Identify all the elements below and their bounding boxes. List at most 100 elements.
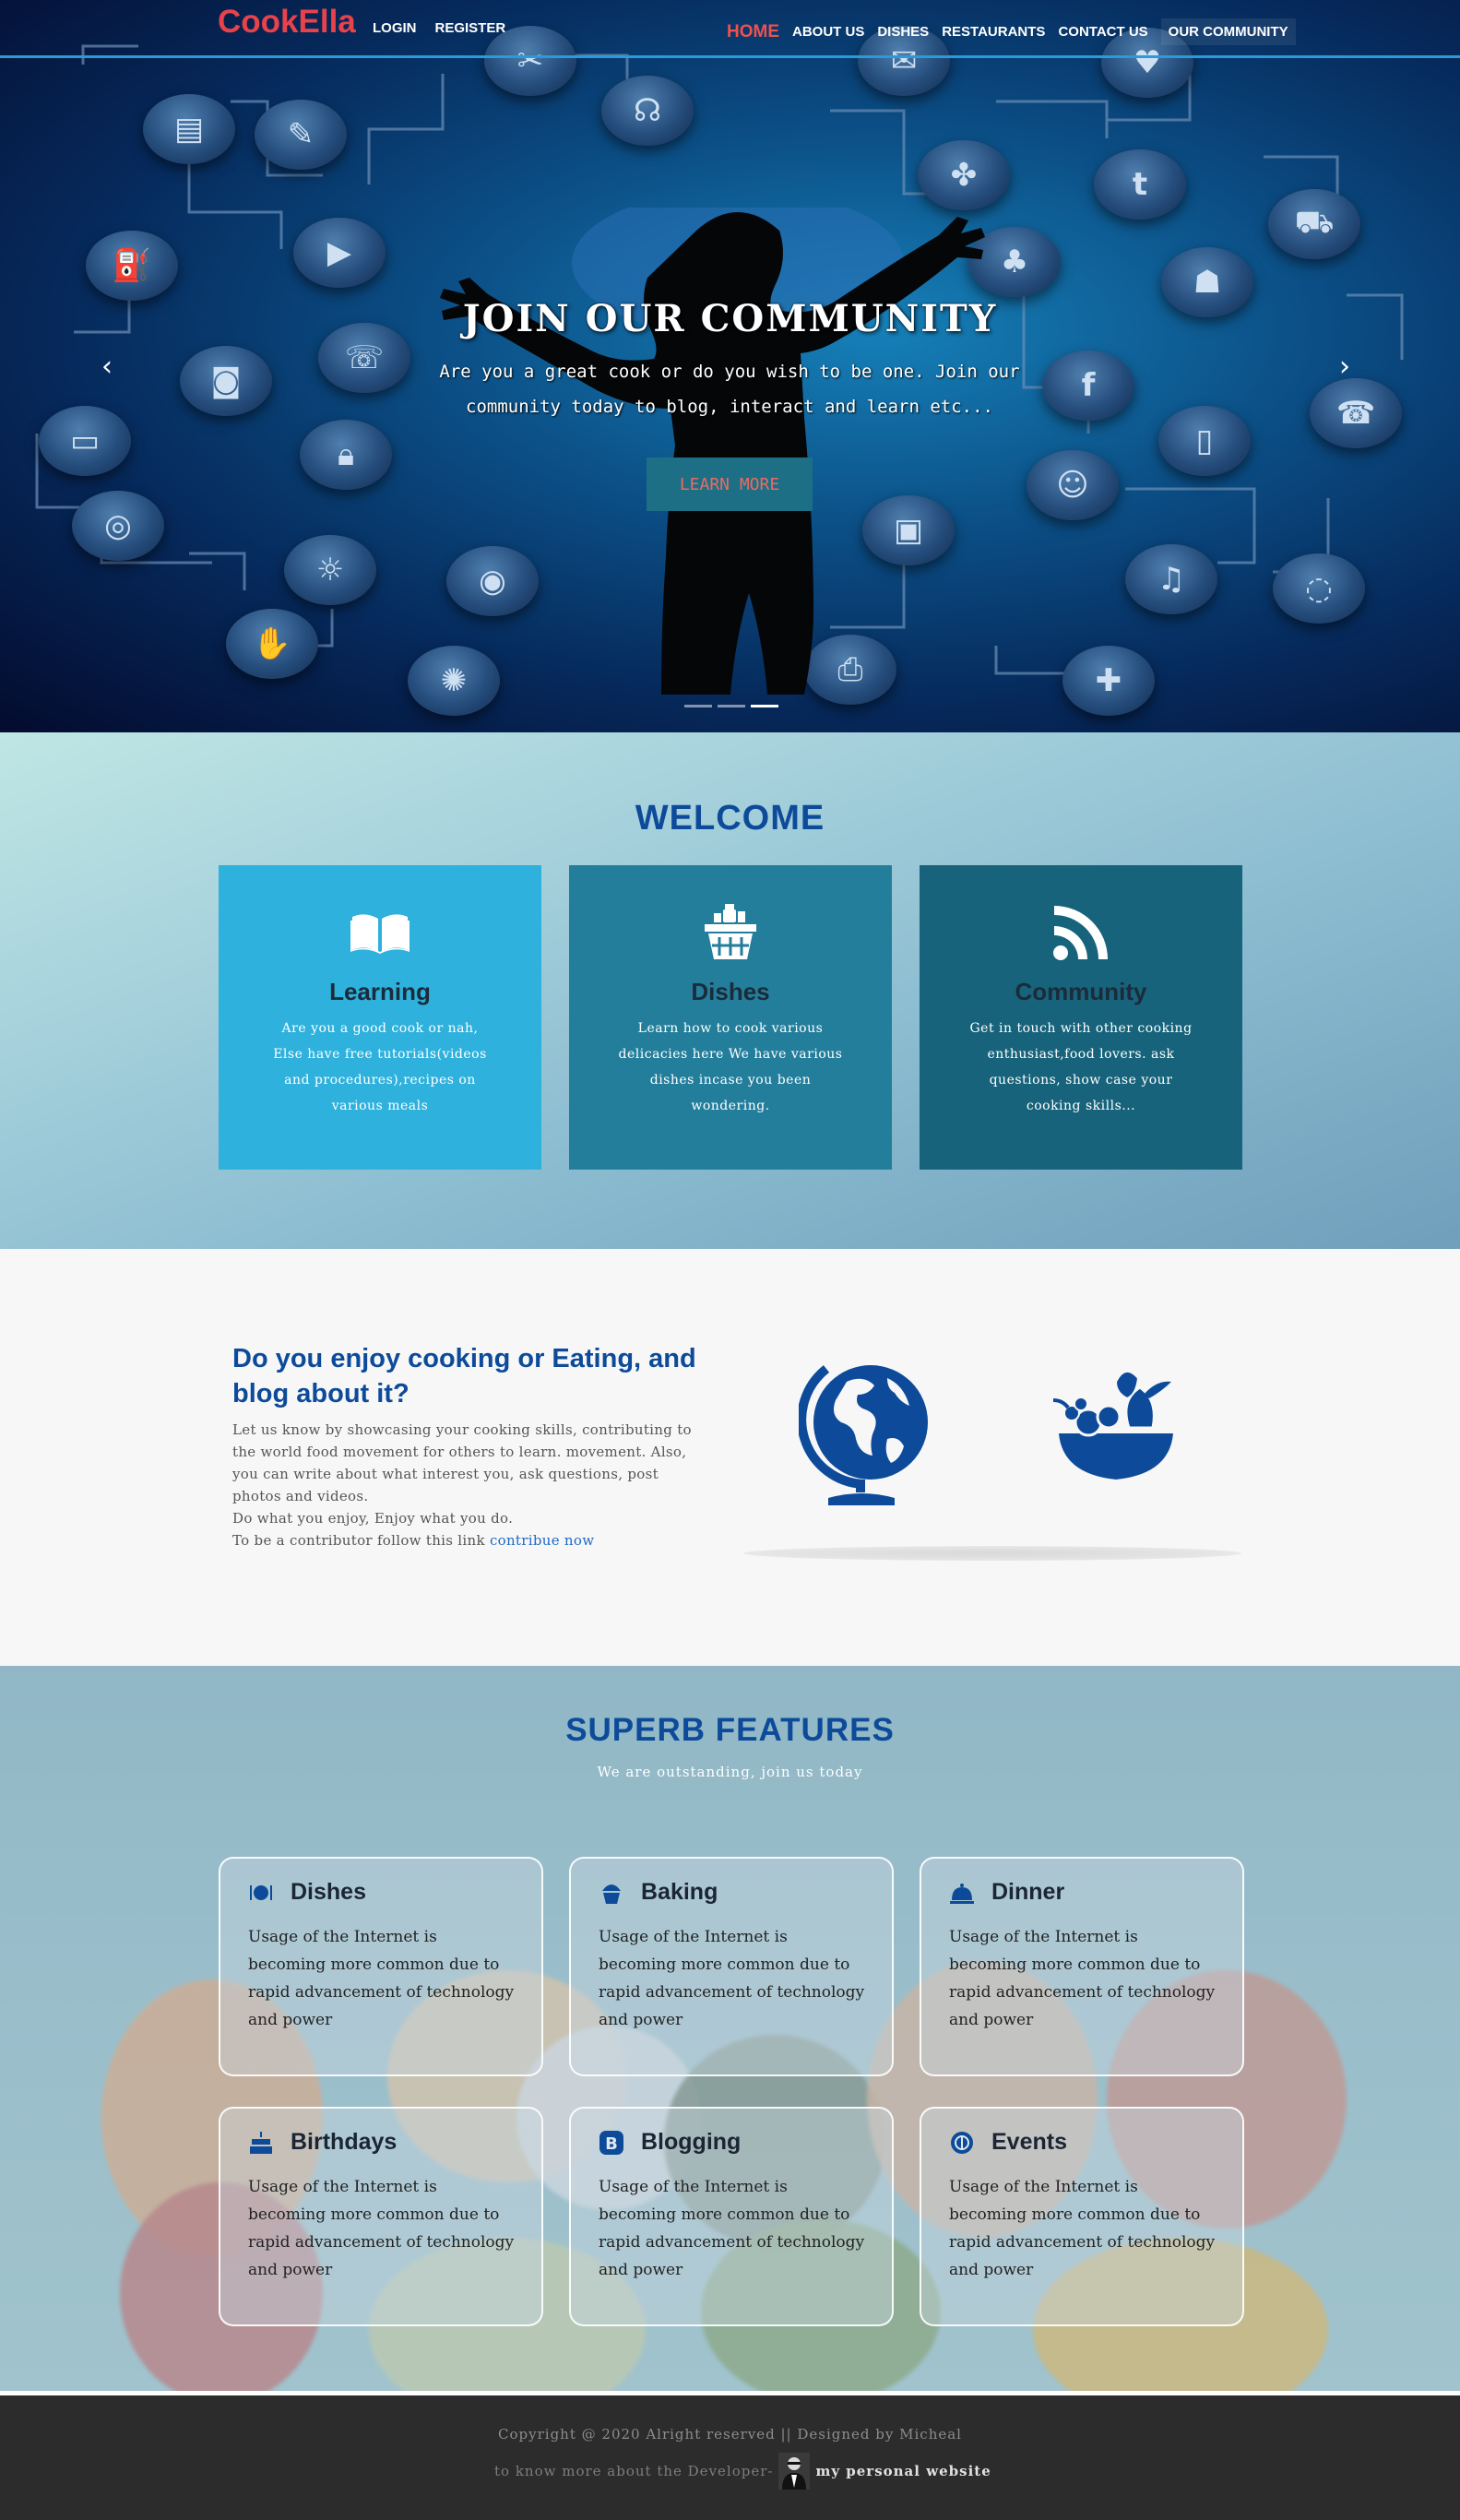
site-footer: Copyright @ 2020 Alright reserved || Des… — [0, 2391, 1460, 2520]
features-section: SUPERB FEATURES We are outstanding, join… — [0, 1666, 1460, 2391]
developer-avatar — [778, 2453, 811, 2490]
nav-dishes[interactable]: DISHES — [877, 24, 929, 40]
contribute-now-link[interactable]: contribue now — [490, 1532, 594, 1549]
card-text: Are you a good cook or nah, Else have fr… — [273, 1021, 487, 1113]
hero-icon: ▭ — [39, 406, 131, 476]
carousel-indicator-active[interactable] — [751, 705, 778, 707]
hero-icon: ◎ — [72, 491, 164, 561]
svg-text:B: B — [605, 2134, 618, 2154]
hero-icon: ✤ — [918, 140, 1010, 210]
feature-title: Events — [991, 2129, 1067, 2155]
developer-text: to know more about the Developer- — [494, 2463, 774, 2479]
feature-card-blogging[interactable]: B Blogging Usage of the Internet is beco… — [569, 2107, 894, 2326]
copyright-text: Copyright @ 2020 Alright reserved || Des… — [498, 2426, 962, 2443]
dishes-card[interactable]: Dishes Learn how to cook various delicac… — [569, 865, 892, 1170]
blog-motto: Do what you enjoy, Enjoy what you do. — [232, 1510, 514, 1527]
card-title: Dishes — [691, 978, 770, 1005]
feature-title: Dishes — [291, 1879, 366, 1905]
hero-icon: ⛟ — [1268, 189, 1360, 259]
feature-card-dinner[interactable]: Dinner Usage of the Internet is becoming… — [920, 1857, 1244, 2076]
blog-heading: Do you enjoy cooking or Eating, and blog… — [232, 1344, 696, 1409]
feature-text: Usage of the Internet is becoming more c… — [599, 2178, 865, 2279]
welcome-section: WELCOME Learning Are you a good cook or … — [0, 732, 1460, 1249]
brand-logo[interactable]: CookElla — [218, 4, 356, 41]
blog-contribute-line: To be a contributor follow this link con… — [232, 1529, 703, 1551]
basket-icon — [569, 900, 892, 965]
feature-text: Usage of the Internet is becoming more c… — [248, 1928, 515, 2029]
chevron-right-icon[interactable]: › — [1339, 351, 1350, 383]
cake-icon — [250, 2131, 272, 2154]
hero-icon: ▯ — [1158, 406, 1251, 476]
welcome-title: WELCOME — [635, 799, 825, 838]
chevron-left-icon[interactable]: ‹ — [101, 351, 113, 383]
card-title: Learning — [329, 978, 431, 1005]
carousel-indicator[interactable] — [718, 705, 745, 707]
hero-icon: ☊ — [601, 76, 694, 146]
hero-carousel: ▤ ✎ ✂ ☊ ✉ ♥ ✤ t ⛟ ⛽ ▶ ♣ ☗ ◙ ☏ f ☎ ▭ 🔒︎ ▯… — [0, 0, 1460, 732]
globe-icon — [799, 1365, 928, 1505]
nav-contact-us[interactable]: CONTACT US — [1058, 24, 1147, 40]
community-card[interactable]: Community Get in touch with other cookin… — [920, 865, 1242, 1170]
hero-icon: ▤ — [143, 94, 235, 164]
developer-line: to know more about the Developer- my per… — [494, 2453, 991, 2490]
features-subtitle: We are outstanding, join us today — [597, 1764, 863, 1780]
cupcake-icon — [602, 1884, 621, 1904]
feature-text: Usage of the Internet is becoming more c… — [248, 2178, 515, 2279]
hero-icon: ♫ — [1125, 544, 1217, 614]
feature-text: Usage of the Internet is becoming more c… — [949, 2178, 1216, 2279]
feature-title: Birthdays — [291, 2129, 398, 2155]
fruit-bowl-icon — [1052, 1371, 1173, 1480]
nav-about-us[interactable]: ABOUT US — [792, 24, 864, 40]
diners-icon — [951, 2131, 973, 2154]
nav-restaurants[interactable]: RESTAURANTS — [942, 24, 1045, 40]
nav-home[interactable]: HOME — [727, 22, 779, 42]
top-navbar: CookElla LOGIN REGISTER HOME ABOUT US DI… — [0, 0, 1460, 59]
carousel-indicator[interactable] — [684, 705, 712, 707]
learn-more-button[interactable]: LEARN MORE — [647, 458, 813, 511]
feature-card-dishes[interactable]: Dishes Usage of the Internet is becoming… — [219, 1857, 543, 2076]
feature-card-birthdays[interactable]: Birthdays Usage of the Internet is becom… — [219, 2107, 543, 2326]
hero-text: Are you a great cook or do you wish to b… — [439, 362, 1020, 417]
carousel-indicators — [684, 705, 778, 707]
login-link[interactable]: LOGIN — [373, 20, 417, 36]
hero-icon: ◙ — [180, 346, 272, 416]
card-title: Community — [1015, 978, 1147, 1005]
feature-header: B Blogging — [599, 2129, 741, 2156]
hero-icon: ☎ — [1310, 378, 1402, 448]
feature-header: Baking — [599, 1879, 718, 1906]
auth-links: LOGIN REGISTER — [373, 20, 505, 36]
feature-header: Birthdays — [248, 2129, 397, 2156]
features-title: SUPERB FEATURES — [565, 1712, 895, 1748]
hero-icon: ✎ — [255, 100, 347, 170]
personal-website-link[interactable]: my personal website — [815, 2463, 991, 2479]
feature-text: Usage of the Internet is becoming more c… — [599, 1928, 865, 2029]
blog-text: Let us know by showcasing your cooking s… — [232, 1419, 703, 1551]
rss-icon — [920, 900, 1242, 965]
feature-card-baking[interactable]: Baking Usage of the Internet is becoming… — [569, 1857, 894, 2076]
plate-icon — [250, 1884, 272, 1900]
blogger-icon: B — [599, 2130, 623, 2155]
card-text: Get in touch with other cooking enthusia… — [969, 1021, 1193, 1113]
main-menu: HOME ABOUT US DISHES RESTAURANTS CONTACT… — [727, 18, 1296, 45]
feature-title: Dinner — [991, 1879, 1065, 1905]
feature-card-events[interactable]: Events Usage of the Internet is becoming… — [920, 2107, 1244, 2326]
learning-card[interactable]: Learning Are you a good cook or nah, Els… — [219, 865, 541, 1170]
illustration-shadow — [743, 1546, 1241, 1561]
feature-title: Blogging — [641, 2129, 742, 2155]
feature-text: Usage of the Internet is becoming more c… — [949, 1928, 1216, 2029]
blog-paragraph: Let us know by showcasing your cooking s… — [232, 1421, 692, 1504]
feature-title: Baking — [641, 1879, 718, 1905]
feature-header: Events — [949, 2129, 1067, 2156]
nav-our-community[interactable]: OUR COMMUNITY — [1160, 18, 1296, 45]
card-text: Learn how to cook various delicacies her… — [618, 1021, 843, 1113]
hero-title: JOIN OUR COMMUNITY — [462, 297, 998, 340]
blog-section: Do you enjoy cooking or Eating, and blog… — [0, 1249, 1460, 1666]
feature-header: Dinner — [949, 1879, 1064, 1906]
blog-contribute-text: To be a contributor follow this link — [232, 1532, 485, 1549]
feature-header: Dishes — [248, 1879, 366, 1906]
cloche-icon — [950, 1883, 974, 1904]
register-link[interactable]: REGISTER — [435, 20, 506, 36]
hero-icon: ⛽ — [86, 231, 178, 301]
hero-icon: ◌ — [1273, 553, 1365, 624]
hero-icon: ✋ — [226, 609, 318, 679]
